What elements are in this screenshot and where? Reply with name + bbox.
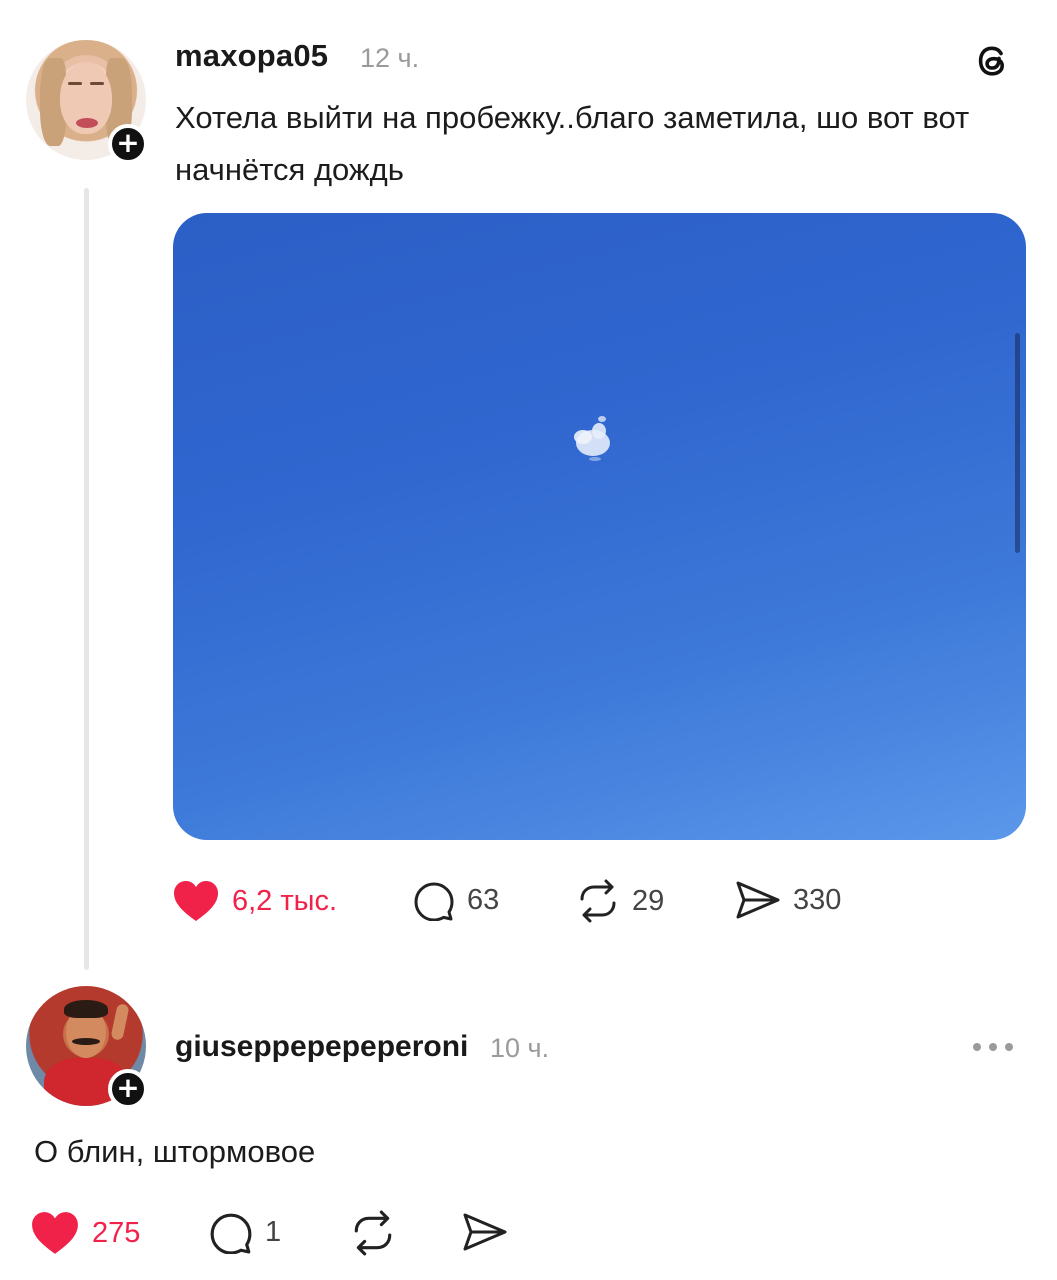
comment-count: 63 [467,883,500,916]
reply-share-button[interactable] [462,1210,508,1254]
avatar-mustache [72,1038,100,1045]
avatar-hand [110,1003,130,1041]
follow-plus-icon[interactable]: + [108,124,148,164]
repost-count: 29 [632,884,665,917]
heart-icon [32,1212,78,1254]
more-dots-icon-graphic [973,1043,1013,1051]
reply-like-count: 275 [92,1216,141,1249]
like-count: 6,2 тыс. [232,884,338,917]
avatar-brow [68,82,82,85]
reply-repost-button[interactable] [350,1210,396,1256]
reply-username[interactable]: giuseppepepeperoni [175,1030,468,1064]
comment-icon [210,1213,252,1254]
reply-like-button[interactable]: 275 [30,1210,140,1256]
post-image-sky-photo[interactable] [173,213,1026,840]
comment-icon [414,882,454,921]
reply-timestamp: 10 ч. [490,1033,550,1063]
send-icon [463,1213,507,1251]
reply-body-text: О блин, штормовое [34,1134,316,1169]
post-body-text: Хотела выйти на пробежку..благо заметила… [175,100,970,187]
reply-comment-count: 1 [265,1215,282,1248]
thread-connector-line [84,188,89,970]
heart-icon [174,881,218,921]
image-scrollbar[interactable] [1015,333,1020,553]
post-username[interactable]: maxopa05 [175,38,328,74]
threads-logo-icon-graphic [978,46,1004,76]
post-timestamp: 12 ч. [360,43,420,73]
follow-plus-icon[interactable]: + [108,1069,148,1109]
more-dots-icon[interactable] [970,1040,1016,1054]
reply-comment-button[interactable]: 1 [209,1210,281,1254]
share-count: 330 [793,883,842,916]
repost-icon [580,879,616,923]
avatar-lips [76,118,98,128]
threads-logo-icon[interactable] [970,38,1016,84]
repost-button[interactable]: 29 [576,879,664,923]
like-button[interactable]: 6,2 тыс. [172,879,337,923]
send-icon [736,881,780,919]
repost-icon [354,1210,392,1256]
avatar-hair [64,1000,108,1018]
share-button[interactable]: 330 [735,879,841,921]
comment-button[interactable]: 63 [413,879,499,921]
cloud-shape [574,416,610,461]
avatar-brow [90,82,104,85]
